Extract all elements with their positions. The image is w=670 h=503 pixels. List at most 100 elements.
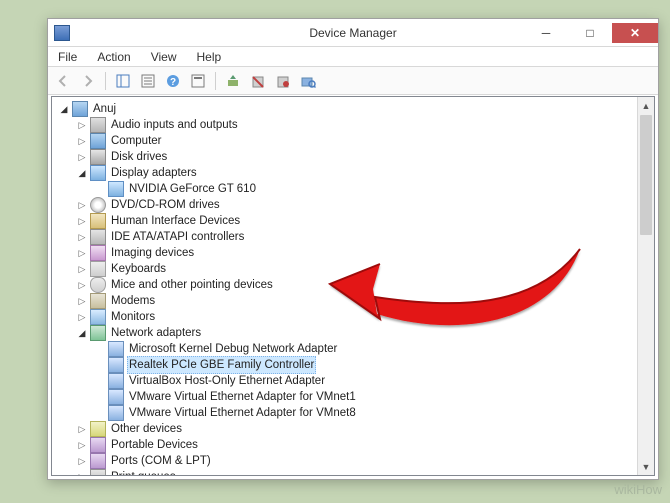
minimize-button[interactable]: ─ [524, 23, 568, 43]
expand-icon[interactable]: ▷ [76, 455, 88, 467]
vertical-scrollbar[interactable]: ▲ ▼ [637, 97, 654, 475]
expand-icon[interactable]: ▷ [76, 311, 88, 323]
tree-category[interactable]: ▷ IDE ATA/ATAPI controllers [56, 229, 637, 245]
twisty-spacer [94, 407, 106, 419]
tree-device[interactable]: NVIDIA GeForce GT 610 [56, 181, 637, 197]
menu-help[interactable]: Help [193, 49, 226, 65]
properties-button[interactable] [137, 70, 159, 92]
update-driver-button[interactable] [222, 70, 244, 92]
expand-icon[interactable]: ▷ [76, 423, 88, 435]
device-icon [90, 261, 106, 277]
tree-category[interactable]: ◢ Display adapters [56, 165, 637, 181]
twisty-spacer [94, 391, 106, 403]
expand-icon[interactable]: ▷ [76, 199, 88, 211]
tree-root[interactable]: ◢ Anuj [56, 101, 637, 117]
tree-category[interactable]: ▷Human Interface Devices [56, 213, 637, 229]
tree-category[interactable]: ▷Other devices [56, 421, 637, 437]
expand-icon[interactable]: ▷ [76, 215, 88, 227]
tree-item-label: Network adapters [109, 325, 203, 341]
help-button[interactable]: ? [162, 70, 184, 92]
device-icon [90, 309, 106, 325]
menu-file[interactable]: File [54, 49, 81, 65]
expand-icon[interactable]: ▷ [76, 247, 88, 259]
tree-item-label: Computer [109, 133, 164, 149]
tree-category[interactable]: ▷ Mice and other pointing devices [56, 277, 637, 293]
expand-icon[interactable]: ▷ [76, 231, 88, 243]
tree-item-label: Anuj [91, 101, 118, 117]
device-tree[interactable]: ◢Anuj▷Audio inputs and outputs▷Computer▷… [52, 97, 637, 475]
tree-device[interactable]: VMware Virtual Ethernet Adapter for VMne… [56, 389, 637, 405]
tree-item-label: VMware Virtual Ethernet Adapter for VMne… [127, 389, 358, 405]
tree-category[interactable]: ▷ Portable Devices [56, 437, 637, 453]
tree-category[interactable]: ▷Print queues [56, 469, 637, 475]
back-button[interactable] [52, 70, 74, 92]
scroll-thumb[interactable] [640, 115, 652, 235]
tree-category[interactable]: ◢ Network adapters [56, 325, 637, 341]
tree-category[interactable]: ▷ Disk drives [56, 149, 637, 165]
toolbar: ? [48, 67, 658, 95]
expand-icon[interactable]: ▷ [76, 439, 88, 451]
expand-icon[interactable]: ▷ [76, 279, 88, 291]
tree-item-label: Portable Devices [109, 437, 200, 453]
disable-button[interactable] [272, 70, 294, 92]
device-icon [90, 293, 106, 309]
collapse-icon[interactable]: ◢ [76, 167, 88, 179]
expand-icon[interactable]: ▷ [76, 471, 88, 475]
expand-icon[interactable]: ▷ [76, 135, 88, 147]
device-icon [72, 101, 88, 117]
scan-hardware-button[interactable] [297, 70, 319, 92]
tree-device[interactable]: Realtek PCIe GBE Family Controller [56, 357, 637, 373]
tree-item-label: Microsoft Kernel Debug Network Adapter [127, 341, 339, 357]
show-hide-tree-button[interactable] [112, 70, 134, 92]
collapse-icon[interactable]: ◢ [58, 103, 70, 115]
expand-icon[interactable]: ▷ [76, 263, 88, 275]
device-icon [90, 213, 106, 229]
tree-category[interactable]: ▷Ports (COM & LPT) [56, 453, 637, 469]
menu-view[interactable]: View [147, 49, 181, 65]
device-icon [108, 373, 124, 389]
tree-device[interactable]: VMware Virtual Ethernet Adapter for VMne… [56, 405, 637, 421]
tree-item-label: Display adapters [109, 165, 199, 181]
tree-item-label: Imaging devices [109, 245, 196, 261]
tree-item-label: Modems [109, 293, 157, 309]
scroll-up-button[interactable]: ▲ [638, 97, 654, 114]
device-icon [90, 197, 106, 213]
device-icon [90, 245, 106, 261]
scroll-down-button[interactable]: ▼ [638, 458, 654, 475]
action-menu-button[interactable] [187, 70, 209, 92]
tree-item-label: Disk drives [109, 149, 169, 165]
menubar: File Action View Help [48, 47, 658, 67]
device-icon [90, 453, 106, 469]
tree-category[interactable]: ▷ Imaging devices [56, 245, 637, 261]
system-icon [54, 25, 70, 41]
collapse-icon[interactable]: ◢ [76, 327, 88, 339]
expand-icon[interactable]: ▷ [76, 151, 88, 163]
tree-item-label: Keyboards [109, 261, 168, 277]
expand-icon[interactable]: ▷ [76, 295, 88, 307]
content-area: ◢Anuj▷Audio inputs and outputs▷Computer▷… [51, 96, 655, 476]
device-icon [90, 133, 106, 149]
tree-category[interactable]: ▷Audio inputs and outputs [56, 117, 637, 133]
tree-category[interactable]: ▷ Computer [56, 133, 637, 149]
tree-device[interactable]: VirtualBox Host-Only Ethernet Adapter [56, 373, 637, 389]
forward-button[interactable] [77, 70, 99, 92]
uninstall-button[interactable] [247, 70, 269, 92]
tree-item-label: IDE ATA/ATAPI controllers [109, 229, 246, 245]
close-button[interactable]: ✕ [612, 23, 658, 43]
titlebar[interactable]: Device Manager ─ □ ✕ [48, 19, 658, 47]
tree-category[interactable]: ▷ Modems [56, 293, 637, 309]
svg-text:?: ? [170, 77, 176, 88]
tree-item-label: Realtek PCIe GBE Family Controller [127, 356, 316, 374]
tree-category[interactable]: ▷DVD/CD-ROM drives [56, 197, 637, 213]
tree-category[interactable]: ▷ Monitors [56, 309, 637, 325]
menu-action[interactable]: Action [93, 49, 134, 65]
tree-item-label: Mice and other pointing devices [109, 277, 275, 293]
maximize-button[interactable]: □ [568, 23, 612, 43]
device-icon [90, 165, 106, 181]
device-icon [108, 405, 124, 421]
expand-icon[interactable]: ▷ [76, 119, 88, 131]
tree-category[interactable]: ▷ Keyboards [56, 261, 637, 277]
tree-item-label: Monitors [109, 309, 157, 325]
device-icon [90, 437, 106, 453]
tree-device[interactable]: Microsoft Kernel Debug Network Adapter [56, 341, 637, 357]
